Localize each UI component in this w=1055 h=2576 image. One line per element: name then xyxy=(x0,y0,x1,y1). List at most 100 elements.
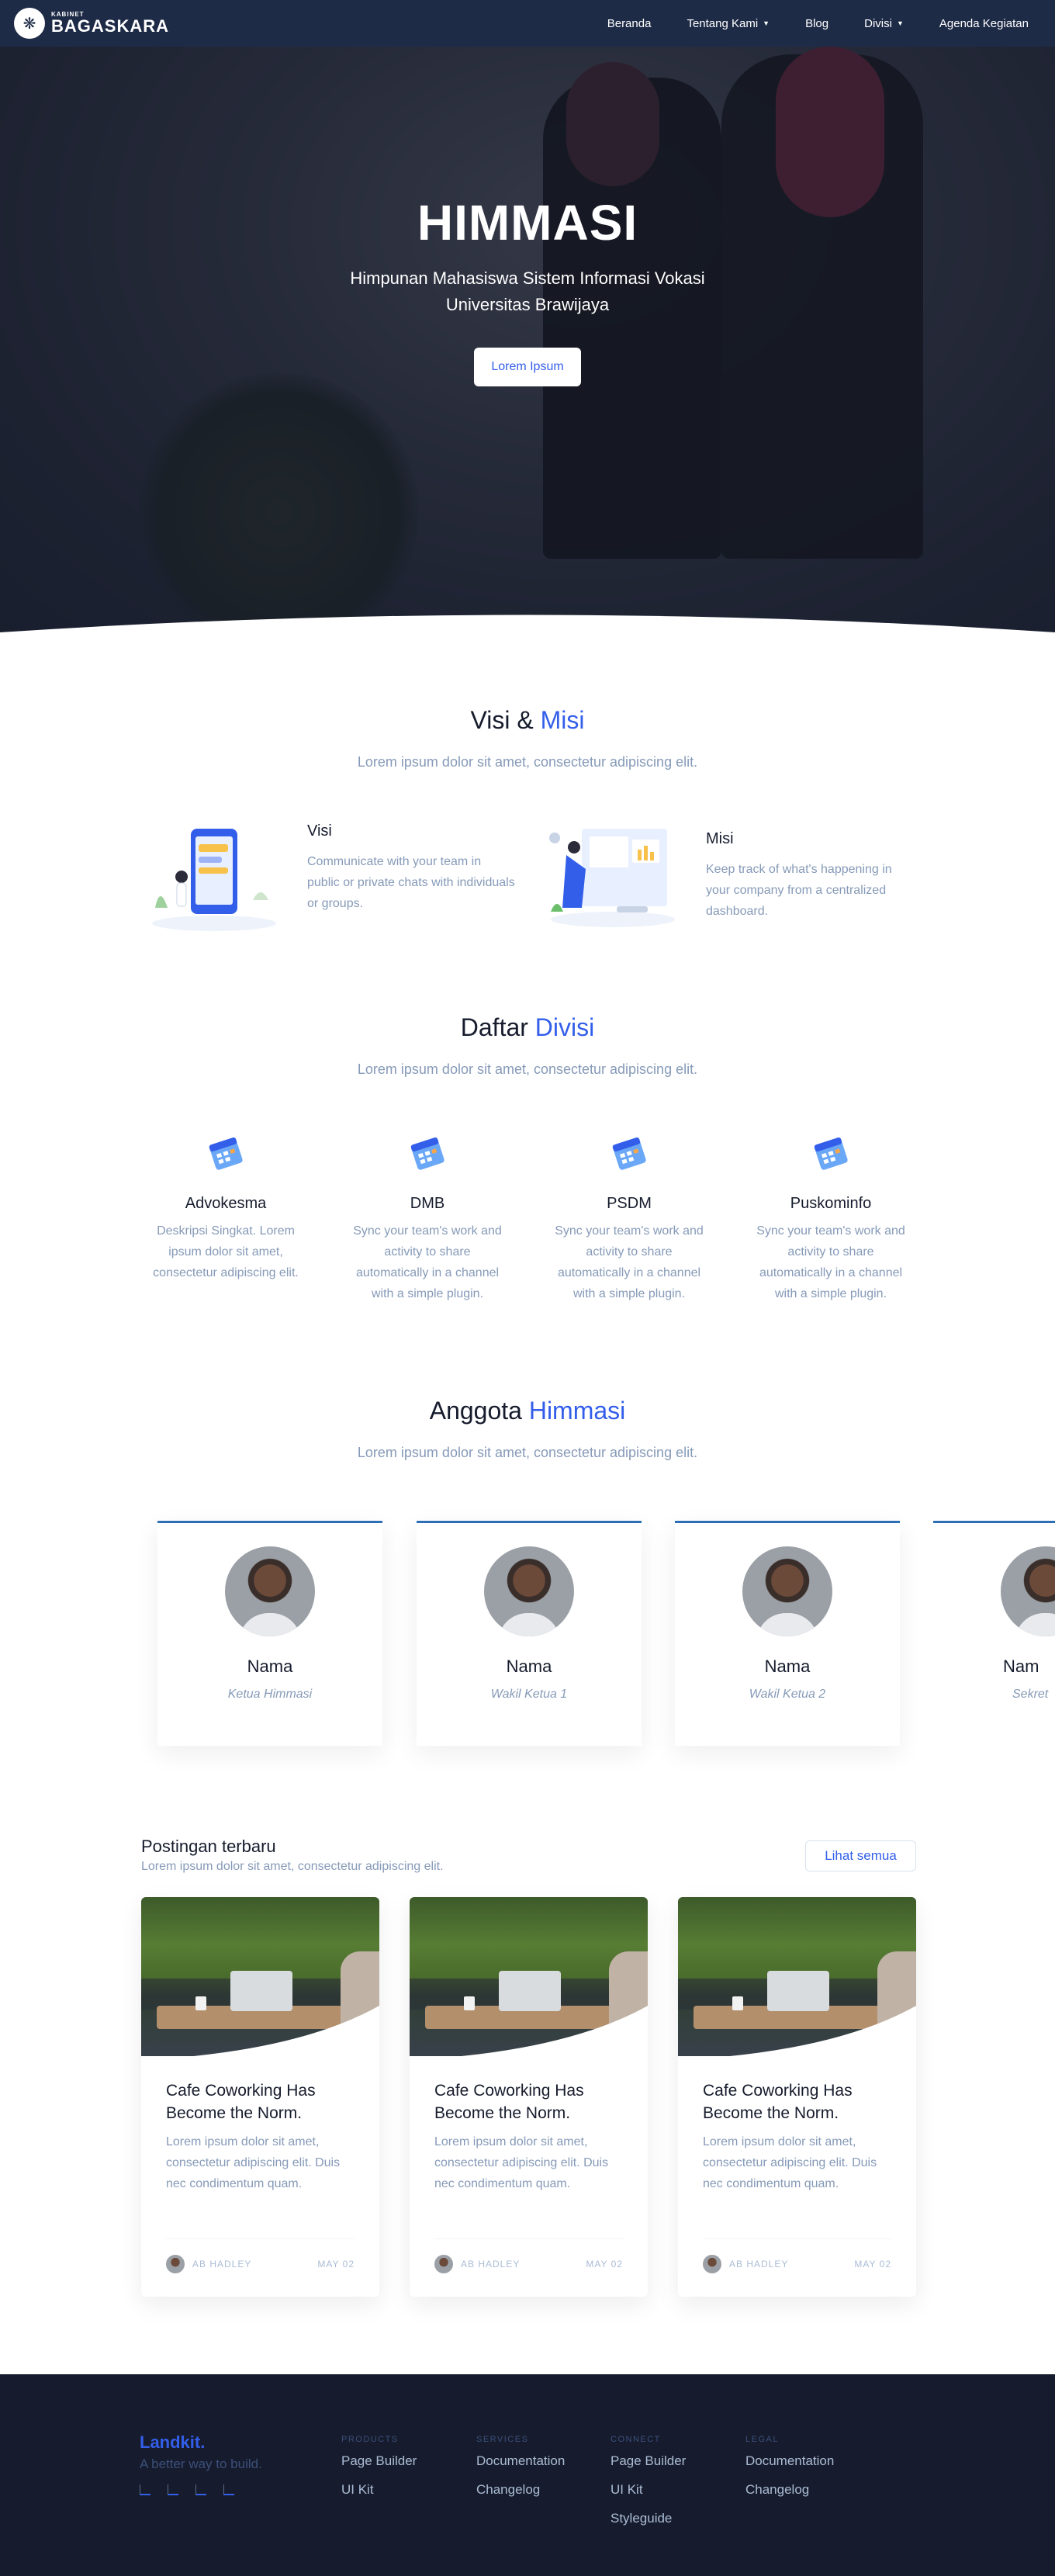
post-excerpt: Lorem ipsum dolor sit amet, consectetur … xyxy=(166,2135,341,2190)
footer-link[interactable]: Styleguide xyxy=(611,2511,686,2526)
pinterest-icon[interactable] xyxy=(223,2484,234,2495)
misi-heading: Misi xyxy=(706,830,734,847)
visi-heading: Visi xyxy=(307,822,332,840)
post-author[interactable]: AB HADLEY xyxy=(192,2259,251,2270)
member-name: Nama xyxy=(764,1657,811,1676)
brand-name: BAGASKARA xyxy=(51,16,169,36)
nav-link-label: Blog xyxy=(805,16,829,30)
post-image xyxy=(678,1897,916,2056)
chat-phone-illustration-icon xyxy=(144,822,284,939)
divisi-description: Sync your team's work and activity to sh… xyxy=(555,1224,704,1300)
post-author[interactable]: AB HADLEY xyxy=(461,2259,520,2270)
social-links xyxy=(140,2484,234,2495)
nav-link-blog[interactable]: Blog xyxy=(805,17,828,30)
footer-column-heading: CONNECT xyxy=(611,2435,661,2444)
member-name: Nama xyxy=(247,1657,293,1676)
post-title[interactable]: Cafe Coworking Has Become the Norm. xyxy=(703,2079,897,2124)
footer-link[interactable]: Page Builder xyxy=(611,2453,686,2469)
member-card[interactable]: Nama Wakil Ketua 1 xyxy=(417,1521,642,1746)
avatar xyxy=(225,1546,315,1636)
footer-column-products: PRODUCTS Page Builder UI Kit xyxy=(341,2435,417,2511)
instagram-icon[interactable] xyxy=(140,2484,150,2495)
footer-link[interactable]: Changelog xyxy=(745,2482,834,2498)
post-title[interactable]: Cafe Coworking Has Become the Norm. xyxy=(434,2079,628,2124)
post-meta: AB HADLEY MAY 02 xyxy=(703,2238,891,2273)
footer-column-legal: LEGAL Documentation Changelog xyxy=(745,2435,834,2511)
post-author[interactable]: AB HADLEY xyxy=(729,2259,788,2270)
avatar xyxy=(434,2255,453,2273)
title-accent-part: Divisi xyxy=(534,1013,595,1041)
footer-tagline: A better way to build. xyxy=(140,2457,262,2471)
divisi-title: Daftar Divisi xyxy=(0,1013,1055,1042)
divisi-description: Deskripsi Singkat. Lorem ipsum dolor sit… xyxy=(153,1224,299,1279)
divisi-description: Sync your team's work and activity to sh… xyxy=(756,1224,905,1300)
footer-link[interactable]: Documentation xyxy=(476,2453,565,2469)
divisi-name: Advokesma xyxy=(185,1195,267,1212)
divisi-card-dmb[interactable]: DMB Sync your team's work and activity t… xyxy=(350,1133,505,1304)
footer-link[interactable]: Page Builder xyxy=(341,2453,417,2469)
visi-item: Visi Communicate with your team in publi… xyxy=(144,822,517,939)
nav-link-label: Agenda Kegiatan xyxy=(939,16,1029,30)
member-card[interactable]: Nam Sekret xyxy=(933,1521,1055,1746)
avatar xyxy=(703,2255,721,2273)
visi-text: Communicate with your team in public or … xyxy=(307,855,515,910)
avatar xyxy=(742,1546,832,1636)
footer-column-heading: PRODUCTS xyxy=(341,2435,399,2444)
divisi-card-advokesma[interactable]: Advokesma Deskripsi Singkat. Lorem ipsum… xyxy=(148,1133,303,1283)
member-role: Ketua Himmasi xyxy=(227,1688,313,1701)
chevron-down-icon: ▼ xyxy=(896,19,904,27)
member-role: Wakil Ketua 2 xyxy=(749,1688,826,1701)
post-date: MAY 02 xyxy=(586,2259,623,2270)
divisi-card-psdm[interactable]: PSDM Sync your team's work and activity … xyxy=(552,1133,707,1304)
divisi-name: PSDM xyxy=(607,1195,652,1212)
calendar-icon xyxy=(811,1133,851,1173)
posts-subtitle: Lorem ipsum dolor sit amet, consectetur … xyxy=(141,1860,444,1873)
twitter-icon[interactable] xyxy=(195,2484,206,2495)
footer-column-connect: CONNECT Page Builder UI Kit Styleguide xyxy=(611,2435,686,2540)
nav-link-beranda[interactable]: Beranda xyxy=(607,17,652,30)
footer-brand[interactable]: Landkit. xyxy=(140,2432,205,2453)
brand-logo[interactable]: ❋ KABINET BAGASKARA xyxy=(14,8,169,39)
anggota-title: Anggota Himmasi xyxy=(0,1397,1055,1425)
visi-misi-title: Visi & Misi xyxy=(0,706,1055,735)
post-meta: AB HADLEY MAY 02 xyxy=(166,2238,355,2273)
post-excerpt: Lorem ipsum dolor sit amet, consectetur … xyxy=(703,2135,877,2190)
footer-link[interactable]: Documentation xyxy=(745,2453,834,2469)
member-role: Sekret xyxy=(1012,1688,1049,1701)
avatar xyxy=(166,2255,185,2273)
footer-link[interactable]: Changelog xyxy=(476,2482,565,2498)
calendar-icon xyxy=(407,1133,448,1173)
post-card[interactable]: Cafe Coworking Has Become the Norm. Lore… xyxy=(678,1897,916,2297)
title-accent-part: Misi xyxy=(540,706,585,734)
nav-link-divisi[interactable]: Divisi ▼ xyxy=(864,17,904,30)
view-all-button[interactable]: Lihat semua xyxy=(805,1840,916,1871)
footer-top-curve xyxy=(0,2376,1055,2398)
post-card[interactable]: Cafe Coworking Has Become the Norm. Lore… xyxy=(141,1897,379,2297)
facebook-icon[interactable] xyxy=(168,2484,178,2495)
footer-link[interactable]: UI Kit xyxy=(611,2482,686,2498)
nav-link-agenda-kegiatan[interactable]: Agenda Kegiatan xyxy=(939,17,1029,30)
nav-link-tentang-kami[interactable]: Tentang Kami ▼ xyxy=(687,17,770,30)
title-accent-part: Himmasi xyxy=(528,1397,626,1425)
divisi-card-puskominfo[interactable]: Puskominfo Sync your team's work and act… xyxy=(753,1133,908,1304)
member-name: Nama xyxy=(506,1657,552,1676)
member-card[interactable]: Nama Ketua Himmasi xyxy=(157,1521,382,1746)
hero-section: HIMMASI Himpunan Mahasiswa Sistem Inform… xyxy=(0,47,1055,644)
member-card-clipped-container: Nam Sekret xyxy=(933,1521,1055,1746)
member-role: Wakil Ketua 1 xyxy=(490,1688,568,1701)
footer-column-services: SERVICES Documentation Changelog xyxy=(476,2435,565,2511)
member-card[interactable]: Nama Wakil Ketua 2 xyxy=(675,1521,900,1746)
post-title[interactable]: Cafe Coworking Has Become the Norm. xyxy=(166,2079,360,2124)
nav-link-label: Divisi xyxy=(864,16,892,30)
hero-subtitle-line: Himpunan Mahasiswa Sistem Informasi Voka… xyxy=(350,268,705,288)
divisi-name: DMB xyxy=(410,1195,445,1212)
title-plain-part: Daftar xyxy=(460,1013,528,1041)
divisi-description: Sync your team's work and activity to sh… xyxy=(353,1224,502,1300)
nav-link-label: Beranda xyxy=(607,16,652,30)
footer-link[interactable]: UI Kit xyxy=(341,2482,417,2498)
misi-item: Misi Keep track of what's happening in y… xyxy=(543,822,915,939)
posts-title: Postingan terbaru xyxy=(141,1837,276,1856)
anggota-subtitle: Lorem ipsum dolor sit amet, consectetur … xyxy=(357,1445,698,1460)
post-card[interactable]: Cafe Coworking Has Become the Norm. Lore… xyxy=(410,1897,648,2297)
hero-cta-button[interactable]: Lorem Ipsum xyxy=(474,348,581,386)
